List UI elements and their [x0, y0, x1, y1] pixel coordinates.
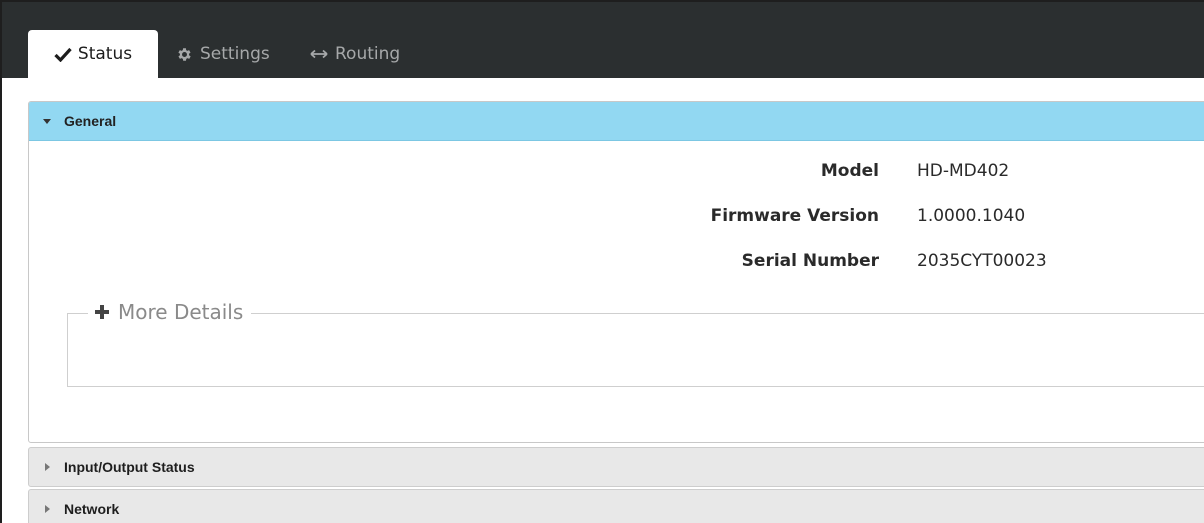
more-details-toggle[interactable]: More Details — [88, 300, 252, 324]
tab-bar: Status Settings Routing — [2, 2, 1204, 78]
tab-status-label: Status — [77, 44, 133, 64]
general-panel-title: General — [64, 113, 117, 129]
caret-down-icon — [43, 118, 51, 124]
model-label: Model — [820, 161, 879, 181]
model-value: HD-MD402 — [917, 161, 1010, 181]
info-row-serial: Serial Number 2035CYT00023 — [29, 251, 1204, 275]
tab-settings[interactable]: Settings — [176, 30, 270, 78]
more-details-box: More Details — [67, 300, 1204, 387]
tab-routing-label: Routing — [335, 44, 401, 64]
serial-value: 2035CYT00023 — [917, 251, 1047, 271]
tab-routing[interactable]: Routing — [310, 30, 400, 78]
io-status-panel-header[interactable]: Input/Output Status — [29, 448, 1204, 486]
network-panel-title: Network — [64, 501, 120, 517]
firmware-value: 1.0000.1040 — [917, 206, 1026, 226]
general-panel: General Model HD-MD402 Firmware Version … — [28, 101, 1204, 443]
network-panel-header[interactable]: Network — [29, 490, 1204, 523]
caret-right-icon — [45, 505, 50, 513]
network-panel: Network — [28, 489, 1204, 523]
check-icon — [54, 47, 72, 62]
tab-settings-label: Settings — [200, 44, 270, 64]
info-row-model: Model HD-MD402 — [29, 161, 1204, 185]
arrows-horizontal-icon — [310, 48, 328, 60]
tab-status[interactable]: Status — [28, 30, 158, 78]
plus-icon — [94, 304, 110, 320]
app-frame: Status Settings Routing General Model HD… — [0, 0, 1204, 523]
caret-right-icon — [45, 463, 50, 471]
gear-icon — [176, 46, 193, 63]
info-row-firmware: Firmware Version 1.0000.1040 — [29, 206, 1204, 230]
firmware-label: Firmware Version — [710, 206, 879, 226]
io-status-panel: Input/Output Status — [28, 447, 1204, 487]
serial-label: Serial Number — [741, 251, 879, 271]
general-panel-header[interactable]: General — [29, 102, 1204, 141]
io-status-panel-title: Input/Output Status — [64, 459, 195, 475]
more-details-label: More Details — [118, 300, 244, 324]
